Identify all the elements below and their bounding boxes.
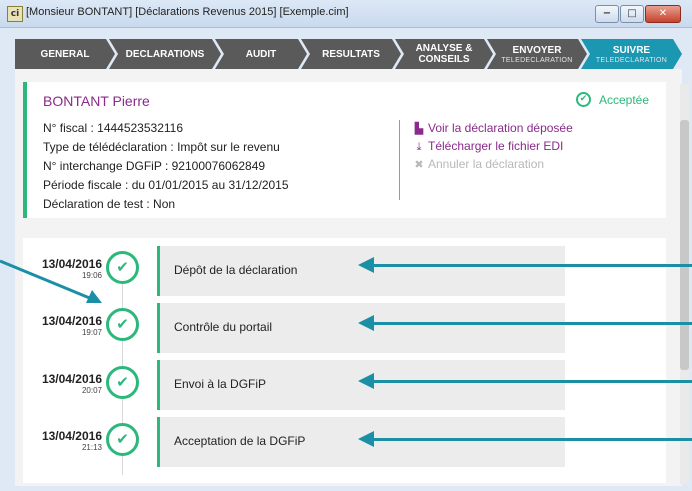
- cancel-declaration-label: Annuler la déclaration: [428, 157, 545, 171]
- step-time: 21:13: [81, 443, 102, 452]
- step-time: 19:07: [81, 328, 102, 337]
- app-icon: ci: [7, 6, 23, 22]
- download-edi-label: Télécharger le fichier EDI: [428, 139, 564, 153]
- field-interchange-number: N° interchange DGFiP : 92100076062849: [43, 159, 266, 173]
- tab-resultats[interactable]: RESULTATS: [301, 39, 401, 69]
- title-bar: ci [Monsieur BONTANT] [Déclarations Reve…: [0, 0, 692, 28]
- tab-label: AUDIT: [245, 48, 277, 60]
- field-test-declaration: Déclaration de test : Non: [43, 197, 176, 211]
- tab-label: ANALYSE &: [415, 43, 473, 54]
- tab-label: ENVOYER: [512, 44, 562, 56]
- annotation-arrowhead: [358, 315, 374, 331]
- download-icon: ⤓: [416, 141, 422, 153]
- tab-sublabel: TELEDECLARATION: [595, 56, 668, 64]
- check-circle-icon: ✔: [106, 308, 139, 341]
- annotation-arrow-line: [372, 380, 692, 383]
- accepted-check-icon: ✔: [576, 92, 591, 107]
- step-label: Dépôt de la déclaration: [174, 263, 298, 277]
- tab-label-line2: CONSEILS: [418, 54, 470, 65]
- tab-label: DECLARATIONS: [125, 48, 205, 60]
- tab-label: RESULTATS: [322, 48, 380, 60]
- annotation-arrowhead: [358, 431, 374, 447]
- cancel-declaration-link: ✖ Annuler la déclaration: [413, 157, 544, 171]
- download-edi-link[interactable]: ⤓ Télécharger le fichier EDI: [413, 139, 564, 154]
- taxpayer-name: BONTANT Pierre: [43, 93, 150, 109]
- step-label: Envoi à la DGFiP: [174, 377, 267, 391]
- tab-analyse-conseils[interactable]: ANALYSE & CONSEILS: [395, 39, 493, 69]
- workflow-nav: GENERAL DECLARATIONS AUDIT RESULTATS ANA…: [15, 39, 682, 69]
- view-declaration-link[interactable]: ▙ Voir la déclaration déposée: [413, 121, 573, 135]
- step-date: 13/04/2016 19:07: [37, 315, 102, 338]
- document-icon: ▙: [414, 123, 424, 135]
- step-label: Acceptation de la DGFiP: [174, 434, 306, 448]
- view-declaration-label: Voir la déclaration déposée: [428, 121, 573, 135]
- application-window: ci [Monsieur BONTANT] [Déclarations Reve…: [0, 0, 692, 491]
- tab-audit[interactable]: AUDIT: [215, 39, 307, 69]
- maximize-button[interactable]: □: [620, 5, 644, 23]
- step-time: 20:07: [81, 386, 102, 395]
- field-fiscal-number: N° fiscal : 1444523532116: [43, 121, 184, 135]
- tab-envoyer[interactable]: ENVOYER TELEDECLARATION: [487, 39, 587, 69]
- check-circle-icon: ✔: [106, 251, 139, 284]
- step-label: Contrôle du portail: [174, 320, 273, 334]
- annotation-arrowhead: [358, 257, 374, 273]
- cancel-icon: ✖: [414, 159, 424, 171]
- check-circle-icon: ✔: [106, 423, 139, 456]
- annotation-arrow-line: [372, 322, 692, 325]
- tab-sublabel: TELEDECLARATION: [501, 56, 573, 64]
- tab-declarations[interactable]: DECLARATIONS: [109, 39, 221, 69]
- step-date: 13/04/2016 20:07: [37, 373, 102, 396]
- tab-label: SUIVRE: [612, 44, 651, 56]
- scrollbar-thumb[interactable]: [680, 120, 689, 370]
- tab-suivre[interactable]: SUIVRE TELEDECLARATION: [581, 39, 682, 69]
- minimize-button[interactable]: −: [595, 5, 619, 23]
- window-title: [Monsieur BONTANT] [Déclarations Revenus…: [26, 6, 349, 18]
- annotation-arrow-line: [372, 264, 692, 267]
- tab-general[interactable]: GENERAL: [15, 39, 115, 69]
- divider: [399, 120, 400, 200]
- annotation-arrowhead: [358, 373, 374, 389]
- check-circle-icon: ✔: [106, 366, 139, 399]
- annotation-arrow-line: [372, 438, 692, 441]
- status-badge: Acceptée: [599, 93, 650, 107]
- close-button[interactable]: ✕: [645, 5, 681, 23]
- step-date: 13/04/2016 21:13: [37, 430, 102, 453]
- annotation-diagonal-arrow: [0, 259, 102, 303]
- field-declaration-type: Type de télédéclaration : Impôt sur le r…: [43, 140, 280, 154]
- field-fiscal-period: Période fiscale : du 01/01/2015 au 31/12…: [43, 178, 289, 192]
- tab-label: GENERAL: [40, 48, 90, 60]
